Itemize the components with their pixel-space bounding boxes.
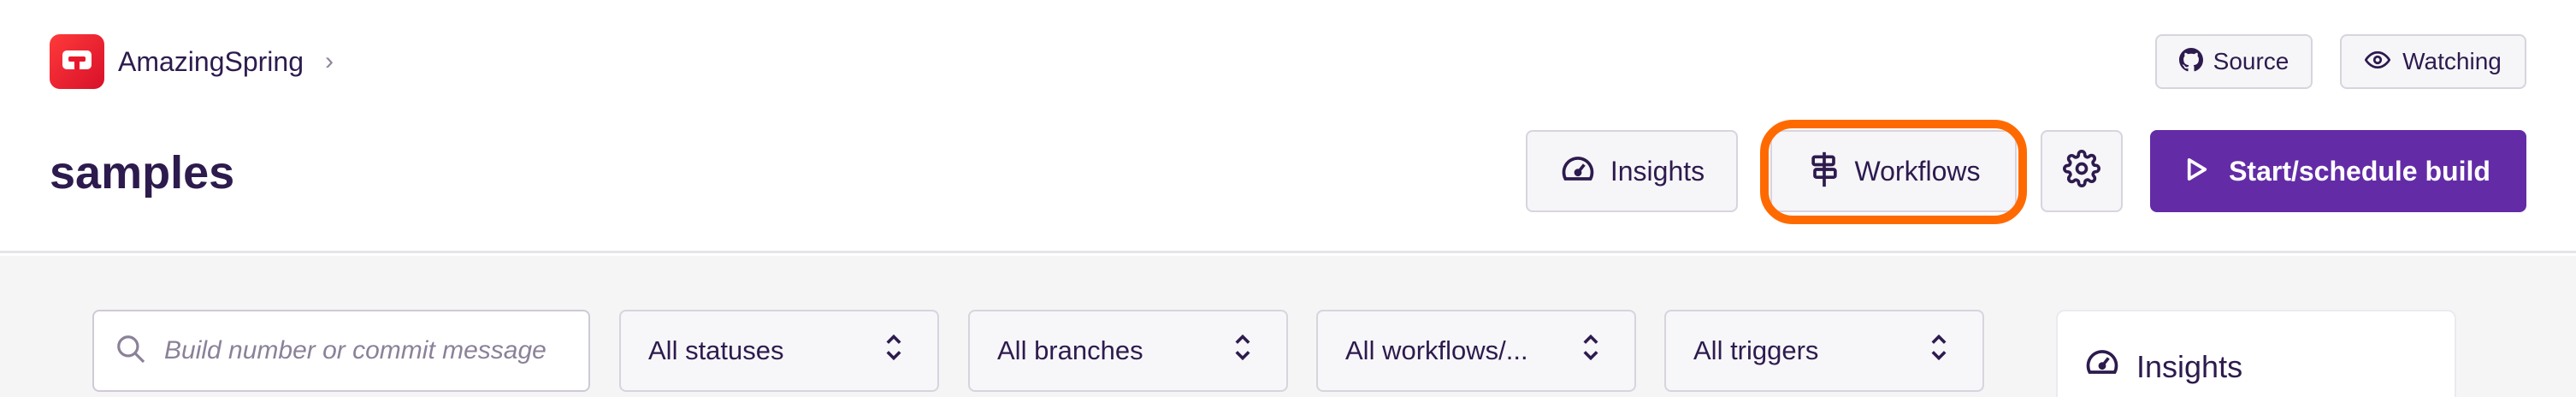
page-header: AmazingSpring › samples Source Watching … bbox=[0, 0, 2576, 253]
workflows-button[interactable]: Workflows bbox=[1770, 130, 2017, 212]
insights-panel: Insights bbox=[2056, 310, 2456, 397]
workflow-select[interactable]: All workflows/... bbox=[1316, 310, 1636, 392]
speedometer-icon bbox=[2083, 344, 2121, 389]
updown-chevron-icon bbox=[1581, 332, 1600, 370]
branch-select-value: All branches bbox=[997, 335, 1143, 365]
updown-chevron-icon bbox=[884, 332, 903, 370]
insights-panel-label: Insights bbox=[2136, 348, 2243, 384]
search-field[interactable] bbox=[92, 310, 590, 392]
watching-label: Watching bbox=[2402, 48, 2502, 74]
trigger-select[interactable]: All triggers bbox=[1664, 310, 1984, 392]
workflows-label: Workflows bbox=[1854, 156, 1981, 187]
workflow-select-value: All workflows/... bbox=[1345, 335, 1528, 365]
play-icon bbox=[2186, 157, 2208, 187]
trigger-select-value: All triggers bbox=[1693, 335, 1819, 365]
start-schedule-build-button[interactable]: Start/schedule build bbox=[2150, 130, 2526, 212]
search-input[interactable] bbox=[164, 336, 575, 365]
workflow-icon bbox=[1807, 151, 1841, 193]
updown-chevron-icon bbox=[1233, 332, 1252, 370]
insights-button[interactable]: Insights bbox=[1526, 130, 1738, 212]
eye-icon bbox=[2364, 47, 2391, 77]
source-button[interactable]: Source bbox=[2155, 34, 2313, 89]
speedometer-icon bbox=[1559, 151, 1597, 193]
start-schedule-build-label: Start/schedule build bbox=[2229, 156, 2490, 187]
branch-select[interactable]: All branches bbox=[968, 310, 1288, 392]
app-name[interactable]: AmazingSpring bbox=[118, 43, 304, 80]
insights-panel-title: Insights bbox=[2083, 344, 2242, 389]
app-logo[interactable] bbox=[50, 34, 104, 89]
updown-chevron-icon bbox=[1929, 332, 1948, 370]
status-select[interactable]: All statuses bbox=[619, 310, 939, 392]
insights-label: Insights bbox=[1610, 156, 1705, 187]
status-select-value: All statuses bbox=[648, 335, 784, 365]
github-icon bbox=[2178, 47, 2203, 76]
watching-button[interactable]: Watching bbox=[2340, 34, 2526, 89]
chevron-right-icon: › bbox=[325, 47, 334, 75]
gear-icon bbox=[2063, 150, 2100, 193]
search-icon bbox=[115, 333, 147, 370]
settings-button[interactable] bbox=[2041, 130, 2123, 212]
page-title: samples bbox=[50, 147, 235, 198]
source-label: Source bbox=[2213, 48, 2289, 74]
